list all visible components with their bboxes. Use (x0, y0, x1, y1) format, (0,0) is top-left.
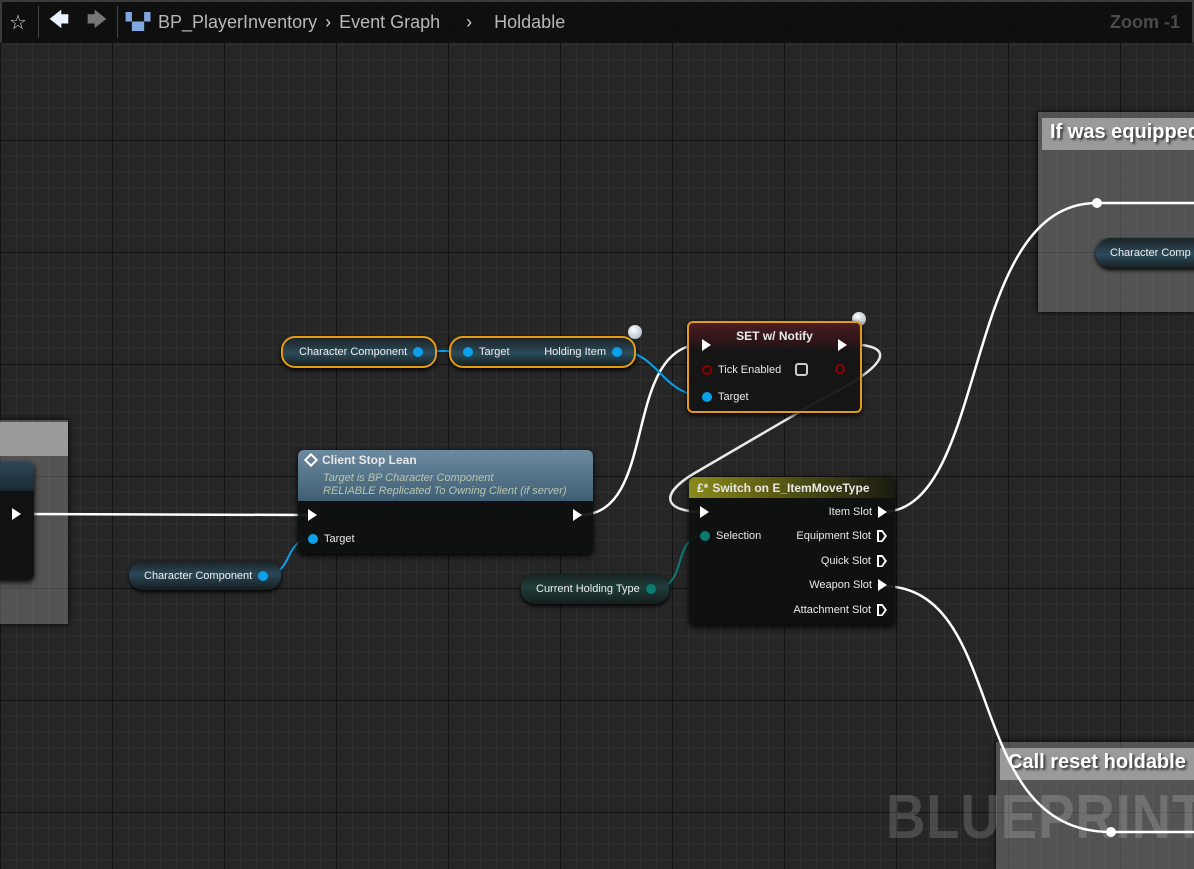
output-weapon-slot[interactable]: Weapon Slot (809, 579, 887, 591)
exec-wire (881, 584, 1194, 834)
exec-in-pin[interactable] (308, 509, 317, 521)
breadcrumb-graph[interactable]: Event Graph (339, 12, 440, 33)
output-attachment-slot[interactable]: Attachment Slot (793, 604, 887, 616)
node-subtitle: Target is BP Character Component (323, 472, 494, 484)
forward-arrow-icon[interactable]: 🡆 (81, 4, 113, 40)
get-holding-item-node[interactable]: Target Holding Item (449, 336, 636, 368)
bool-pin[interactable] (702, 364, 712, 375)
output-quick-slot[interactable]: Quick Slot (821, 555, 887, 567)
exec-out-pin[interactable] (838, 339, 847, 351)
set-with-notify-node[interactable]: SET w/ Notify Tick Enabled Target (687, 321, 862, 413)
target-pin[interactable]: Target (702, 391, 749, 403)
variable-character-component[interactable]: Character Comp (1096, 238, 1194, 268)
object-pin[interactable] (413, 347, 424, 357)
output-item-slot[interactable]: Item Slot (829, 506, 887, 518)
exec-wire (579, 342, 705, 517)
network-icon (628, 325, 642, 339)
wires (21, 198, 1194, 837)
favorite-star-icon[interactable]: ☆ (2, 4, 34, 40)
breadcrumb-asset[interactable]: BP_PlayerInventory (158, 12, 317, 33)
chevron-right-icon: › (466, 11, 473, 32)
divider (38, 6, 39, 38)
divider (117, 6, 118, 38)
variable-current-holding-type[interactable]: Current Holding Type (521, 574, 669, 604)
exec-out-pin[interactable] (573, 509, 582, 521)
exec-in-pin[interactable] (700, 506, 709, 518)
blueprint-icon: ▚▞ (125, 14, 151, 31)
reroute-node (1092, 198, 1102, 208)
target-pin[interactable]: Target (308, 533, 355, 545)
output-equipment-slot[interactable]: Equipment Slot (796, 530, 887, 542)
selection-pin[interactable]: Selection (700, 530, 761, 542)
client-stop-lean-node[interactable]: Client Stop Lean Target is BP Character … (298, 450, 593, 554)
switch-icon: £* (697, 481, 709, 495)
back-arrow-icon[interactable]: 🡄 (43, 4, 75, 40)
node-title: £* Switch on E_ItemMoveType (697, 481, 870, 495)
variable-character-component[interactable]: Character Component (129, 561, 281, 590)
target-pin[interactable] (463, 347, 473, 357)
breadcrumb-collapsed-graph[interactable]: Holdable (494, 12, 565, 33)
zoom-level: Zoom -1 (1110, 12, 1180, 32)
breadcrumb-bar: ☆ 🡄 🡆 ▚▞ BP_PlayerInventory › Event Grap… (0, 0, 1194, 43)
exec-wire (21, 512, 309, 517)
event-node-partial[interactable] (0, 462, 34, 580)
exec-in-pin[interactable] (702, 339, 711, 351)
exec-out-pin[interactable] (12, 508, 21, 520)
switch-on-enum-node[interactable]: £* Switch on E_ItemMoveType Selection It… (689, 477, 895, 625)
node-title: SET w/ Notify (736, 329, 813, 343)
node-subtitle: RELIABLE Replicated To Owning Client (if… (323, 485, 567, 497)
node-title: Client Stop Lean (303, 452, 417, 468)
object-pin[interactable] (258, 570, 269, 581)
function-icon (303, 452, 319, 468)
tick-enabled-pin[interactable]: Tick Enabled (702, 363, 809, 376)
bool-out-pin[interactable] (835, 364, 845, 374)
chevron-right-icon: › (325, 11, 332, 32)
reroute-node (1106, 827, 1116, 837)
enum-pin[interactable] (645, 584, 656, 594)
tick-enabled-checkbox[interactable] (795, 363, 809, 376)
holding-item-pin[interactable] (612, 347, 622, 357)
variable-character-component[interactable]: Character Component (281, 336, 437, 368)
